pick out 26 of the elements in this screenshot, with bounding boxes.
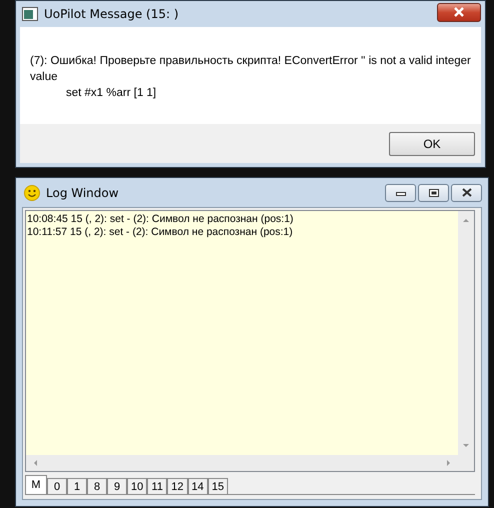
log-line: 10:08:45 15 (, 2): set - (2): Символ не распознан (pos:1) bbox=[27, 213, 294, 226]
tab[interactable]: 11 bbox=[147, 478, 168, 494]
smiley-icon bbox=[24, 184, 40, 200]
close-icon bbox=[452, 7, 466, 17]
minimize-button[interactable] bbox=[385, 184, 416, 202]
window-icon bbox=[22, 7, 38, 21]
ok-button[interactable]: OK bbox=[389, 132, 475, 156]
tab[interactable]: 14 bbox=[188, 478, 208, 494]
minimize-icon bbox=[396, 190, 406, 196]
window-title: Log Window bbox=[46, 186, 119, 200]
tab[interactable]: 1 bbox=[67, 478, 87, 494]
close-button[interactable] bbox=[451, 184, 482, 202]
tab[interactable]: 8 bbox=[87, 478, 107, 494]
close-icon bbox=[460, 188, 472, 197]
tab[interactable]: M bbox=[25, 475, 47, 494]
maximize-icon bbox=[428, 188, 438, 196]
code-line: set #x1 %arr [1 1] bbox=[65, 86, 158, 101]
maximize-button[interactable] bbox=[418, 184, 449, 202]
tab[interactable]: 0 bbox=[47, 478, 67, 494]
tab[interactable]: 10 bbox=[127, 478, 148, 494]
tab[interactable]: 9 bbox=[107, 478, 127, 494]
tab[interactable]: 15 bbox=[208, 478, 228, 494]
close-button[interactable] bbox=[437, 2, 481, 22]
window-title: UoPilot Message (15: ) bbox=[44, 7, 179, 21]
tab[interactable]: 12 bbox=[167, 478, 188, 494]
log-line: 10:11:57 15 (, 2): set - (2): Символ не распознан (pos:1) bbox=[27, 226, 294, 239]
